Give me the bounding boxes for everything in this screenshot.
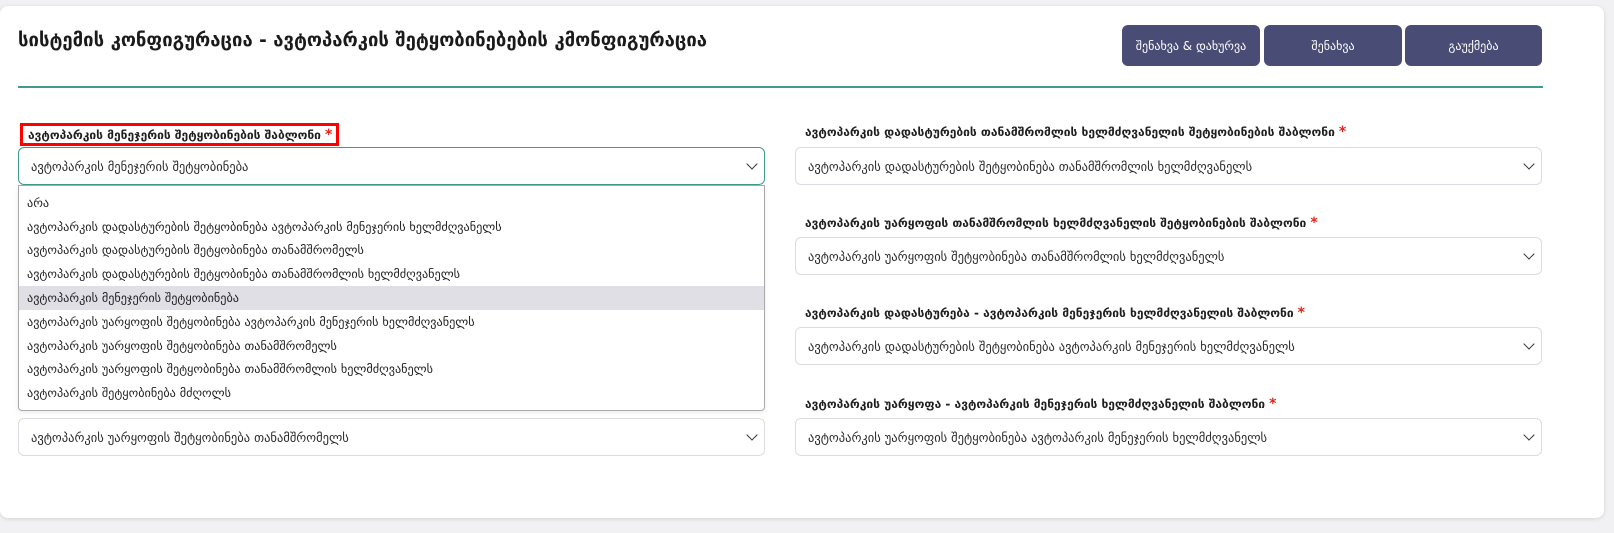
select-value: ავტოპარკის დადასტურების შეტყობინება ავტო… bbox=[808, 338, 1295, 354]
required-asterisk: * bbox=[1297, 305, 1305, 321]
chevron-down-icon bbox=[746, 429, 758, 441]
required-asterisk: * bbox=[324, 126, 333, 143]
select-value: ავტოპარკის უარყოფის შეტყობინება თანამშრო… bbox=[808, 248, 1225, 264]
dropdown-option[interactable]: ავტოპარკის უარყოფის შეტყობინება თანამშრო… bbox=[19, 358, 764, 382]
rejection-fleet-manager-head-template-label: ავტოპარკის უარყოფა - ავტოპარკის მენეჯერი… bbox=[805, 394, 1276, 414]
dropdown-option[interactable]: ავტოპარკის უარყოფის შეტყობინება თანამშრო… bbox=[19, 334, 764, 358]
rejection-employee-manager-template-select[interactable]: ავტოპარკის უარყოფის შეტყობინება თანამშრო… bbox=[795, 237, 1542, 275]
rejection-fleet-manager-head-template-select[interactable]: ავტოპარკის უარყოფის შეტყობინება ავტოპარკ… bbox=[795, 418, 1542, 456]
dropdown-option[interactable]: ავტოპარკის შეტყობინება მძღოლს bbox=[19, 381, 764, 405]
save-and-close-button[interactable]: შენახვა & დახურვა bbox=[1122, 25, 1260, 66]
rejection-employee-manager-template-label: ავტოპარკის უარყოფის თანამშრომლის ხელმძღვ… bbox=[805, 213, 1318, 233]
chevron-down-icon bbox=[1523, 248, 1535, 260]
field-label-text: ავტოპარკის დადასტურება - ავტოპარკის მენე… bbox=[805, 306, 1294, 320]
select-value: ავტოპარკის უარყოფის შეტყობინება ავტოპარკ… bbox=[808, 429, 1268, 445]
dropdown-option[interactable]: ავტოპარკის დადასტურების შეტყობინება ავტო… bbox=[19, 215, 764, 239]
chevron-down-icon bbox=[1523, 158, 1535, 170]
header-divider bbox=[18, 86, 1543, 88]
dropdown-option[interactable]: არა bbox=[19, 191, 764, 215]
required-asterisk: * bbox=[1338, 124, 1347, 140]
dropdown-option[interactable]: ავტოპარკის უარყოფის შეტყობინება ავტოპარკ… bbox=[19, 310, 764, 334]
approval-fleet-manager-head-template-label: ავტოპარკის დადასტურება - ავტოპარკის მენე… bbox=[805, 303, 1305, 323]
select-value: ავტოპარკის დადასტურების შეტყობინება თანა… bbox=[808, 158, 1253, 174]
save-button[interactable]: შენახვა bbox=[1264, 25, 1402, 66]
cancel-button[interactable]: გაუქმება bbox=[1405, 25, 1542, 66]
chevron-down-icon bbox=[1523, 429, 1535, 441]
approval-employee-manager-template-label: ავტოპარკის დადასტურების თანამშრომლის ხელ… bbox=[805, 122, 1346, 142]
fleet-manager-template-label: ავტოპარკის მენეჯერის შეტყობინების შაბლონ… bbox=[20, 123, 340, 146]
select-value: ავტოპარკის მენეჯერის შეტყობინება bbox=[31, 158, 249, 174]
fleet-manager-template-dropdown[interactable]: არა ავტოპარკის დადასტურების შეტყობინება ა… bbox=[18, 185, 765, 411]
field-label-text: ავტოპარკის უარყოფის თანამშრომლის ხელმძღვ… bbox=[805, 216, 1307, 230]
chevron-down-icon bbox=[1523, 338, 1535, 350]
page-title: სისტემის კონფიგურაცია - ავტოპარკის შეტყო… bbox=[18, 30, 708, 51]
field-label-text: ავტოპარკის დადასტურების თანამშრომლის ხელ… bbox=[805, 125, 1335, 139]
chevron-down-icon bbox=[746, 158, 758, 170]
select-value: ავტოპარკის უარყოფის შეტყობინება თანამშრო… bbox=[31, 429, 349, 445]
approval-fleet-manager-head-template-select[interactable]: ავტოპარკის დადასტურების შეტყობინება ავტო… bbox=[795, 327, 1542, 365]
fleet-manager-template-select[interactable]: ავტოპარკის მენეჯერის შეტყობინება bbox=[18, 147, 765, 185]
field-label-text: ავტოპარკის უარყოფა - ავტოპარკის მენეჯერი… bbox=[805, 397, 1266, 411]
required-asterisk: * bbox=[1269, 396, 1277, 412]
required-asterisk: * bbox=[1310, 215, 1318, 231]
rejection-employee-template-select[interactable]: ავტოპარკის უარყოფის შეტყობინება თანამშრო… bbox=[18, 418, 765, 456]
dropdown-option[interactable]: ავტოპარკის დადასტურების შეტყობინება თანა… bbox=[19, 262, 764, 286]
approval-employee-manager-template-select[interactable]: ავტოპარკის დადასტურების შეტყობინება თანა… bbox=[795, 147, 1542, 185]
field-label-text: ავტოპარკის მენეჯერის შეტყობინების შაბლონ… bbox=[28, 127, 321, 142]
dropdown-option[interactable]: ავტოპარკის მენეჯერის შეტყობინება bbox=[19, 286, 764, 310]
dropdown-option[interactable]: ავტოპარკის დადასტურების შეტყობინება თანა… bbox=[19, 239, 764, 263]
